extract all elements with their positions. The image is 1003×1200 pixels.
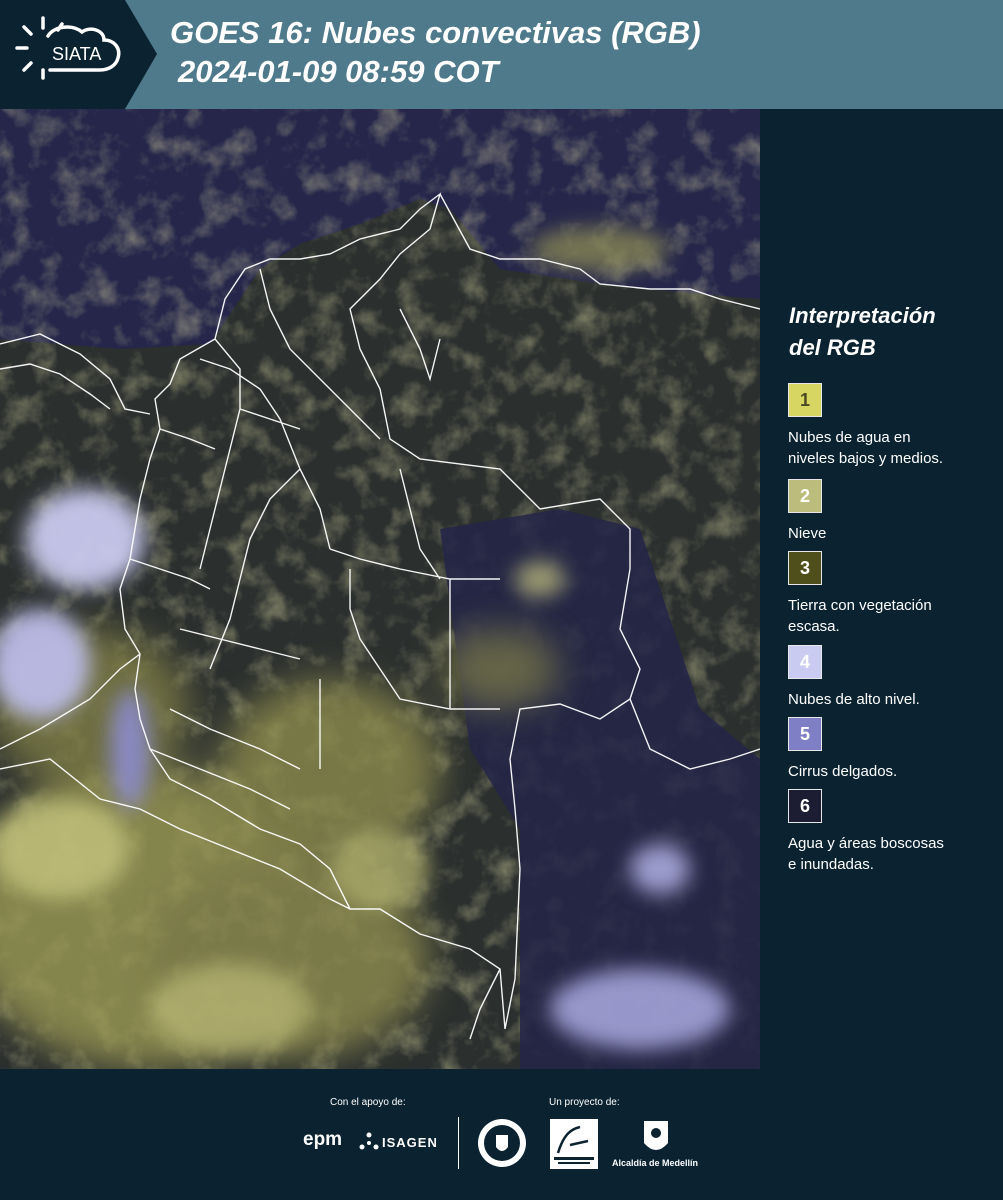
legend-item-3: 3 Tierra con vegetación escasa. [788, 551, 993, 637]
legend-title-line1: Interpretación [789, 303, 936, 328]
satellite-map [0, 109, 760, 1069]
legend-title-line2: del RGB [789, 335, 876, 360]
isagen-logo-icon [359, 1132, 379, 1150]
legend-swatch-5: 5 [788, 717, 822, 751]
legend-item-1: 1 Nubes de agua en niveles bajos y medio… [788, 383, 993, 469]
area-metropolitana-logo [550, 1119, 598, 1169]
legend-label-3: Tierra con vegetación escasa. [788, 595, 993, 637]
legend-label-1: Nubes de agua en niveles bajos y medios. [788, 427, 993, 469]
legend-label-3-line1: Tierra con vegetación [788, 597, 932, 614]
project-label: Un proyecto de: [549, 1097, 620, 1108]
legend-label-4: Nubes de alto nivel. [788, 689, 993, 710]
legend-label-5-line1: Cirrus delgados. [788, 763, 898, 780]
legend-swatch-2: 2 [788, 479, 822, 513]
support-label: Con el apoyo de: [330, 1097, 406, 1108]
legend-label-1-line1: Nubes de agua en [788, 429, 911, 446]
legend-label-6: Agua y áreas boscosas e inundadas. [788, 833, 993, 875]
legend-swatch-6: 6 [788, 789, 822, 823]
legend-label-1-line2: niveles bajos y medios. [788, 450, 944, 467]
timestamp-title: 2024-01-09 08:59 COT [178, 54, 499, 89]
legend-label-6-line2: e inundadas. [788, 856, 874, 873]
legend-swatch-4: 4 [788, 645, 822, 679]
isagen-logo-text: ISAGEN [382, 1135, 438, 1150]
alcaldia-medellin-shield-icon [644, 1121, 668, 1150]
footer-divider [458, 1117, 459, 1169]
footer: Con el apoyo de: Un proyecto de: epm ISA… [0, 1069, 1003, 1200]
legend-item-2: 2 Nieve [788, 479, 993, 544]
legend-label-2-line1: Nieve [788, 525, 827, 542]
satellite-map-image [0, 109, 760, 1069]
epm-logo: epm [303, 1129, 343, 1150]
legend-label-5: Cirrus delgados. [788, 761, 993, 782]
legend-item-4: 4 Nubes de alto nivel. [788, 645, 993, 710]
legend-swatch-1: 1 [788, 383, 822, 417]
page-title: GOES 16: Nubes convectivas (RGB) [170, 15, 701, 50]
legend-item-5: 5 Cirrus delgados. [788, 717, 993, 782]
alcaldia-medellin-text: Alcaldía de Medellín [612, 1158, 699, 1168]
siata-logo-text: SIATA [52, 44, 102, 64]
legend-label-6-line1: Agua y áreas boscosas [788, 835, 944, 852]
legend-item-6: 6 Agua y áreas boscosas e inundadas. [788, 789, 993, 875]
header-banner: SIATA GOES 16: Nubes convectivas (RGB) 2… [0, 0, 1003, 109]
legend-title: Interpretación del RGB [789, 300, 989, 364]
legend-swatch-3: 3 [788, 551, 822, 585]
legend-label-3-line2: escasa. [788, 618, 840, 635]
legend-label-4-line1: Nubes de alto nivel. [788, 691, 920, 708]
university-seal-icon [478, 1119, 526, 1167]
legend-label-2: Nieve [788, 523, 993, 544]
